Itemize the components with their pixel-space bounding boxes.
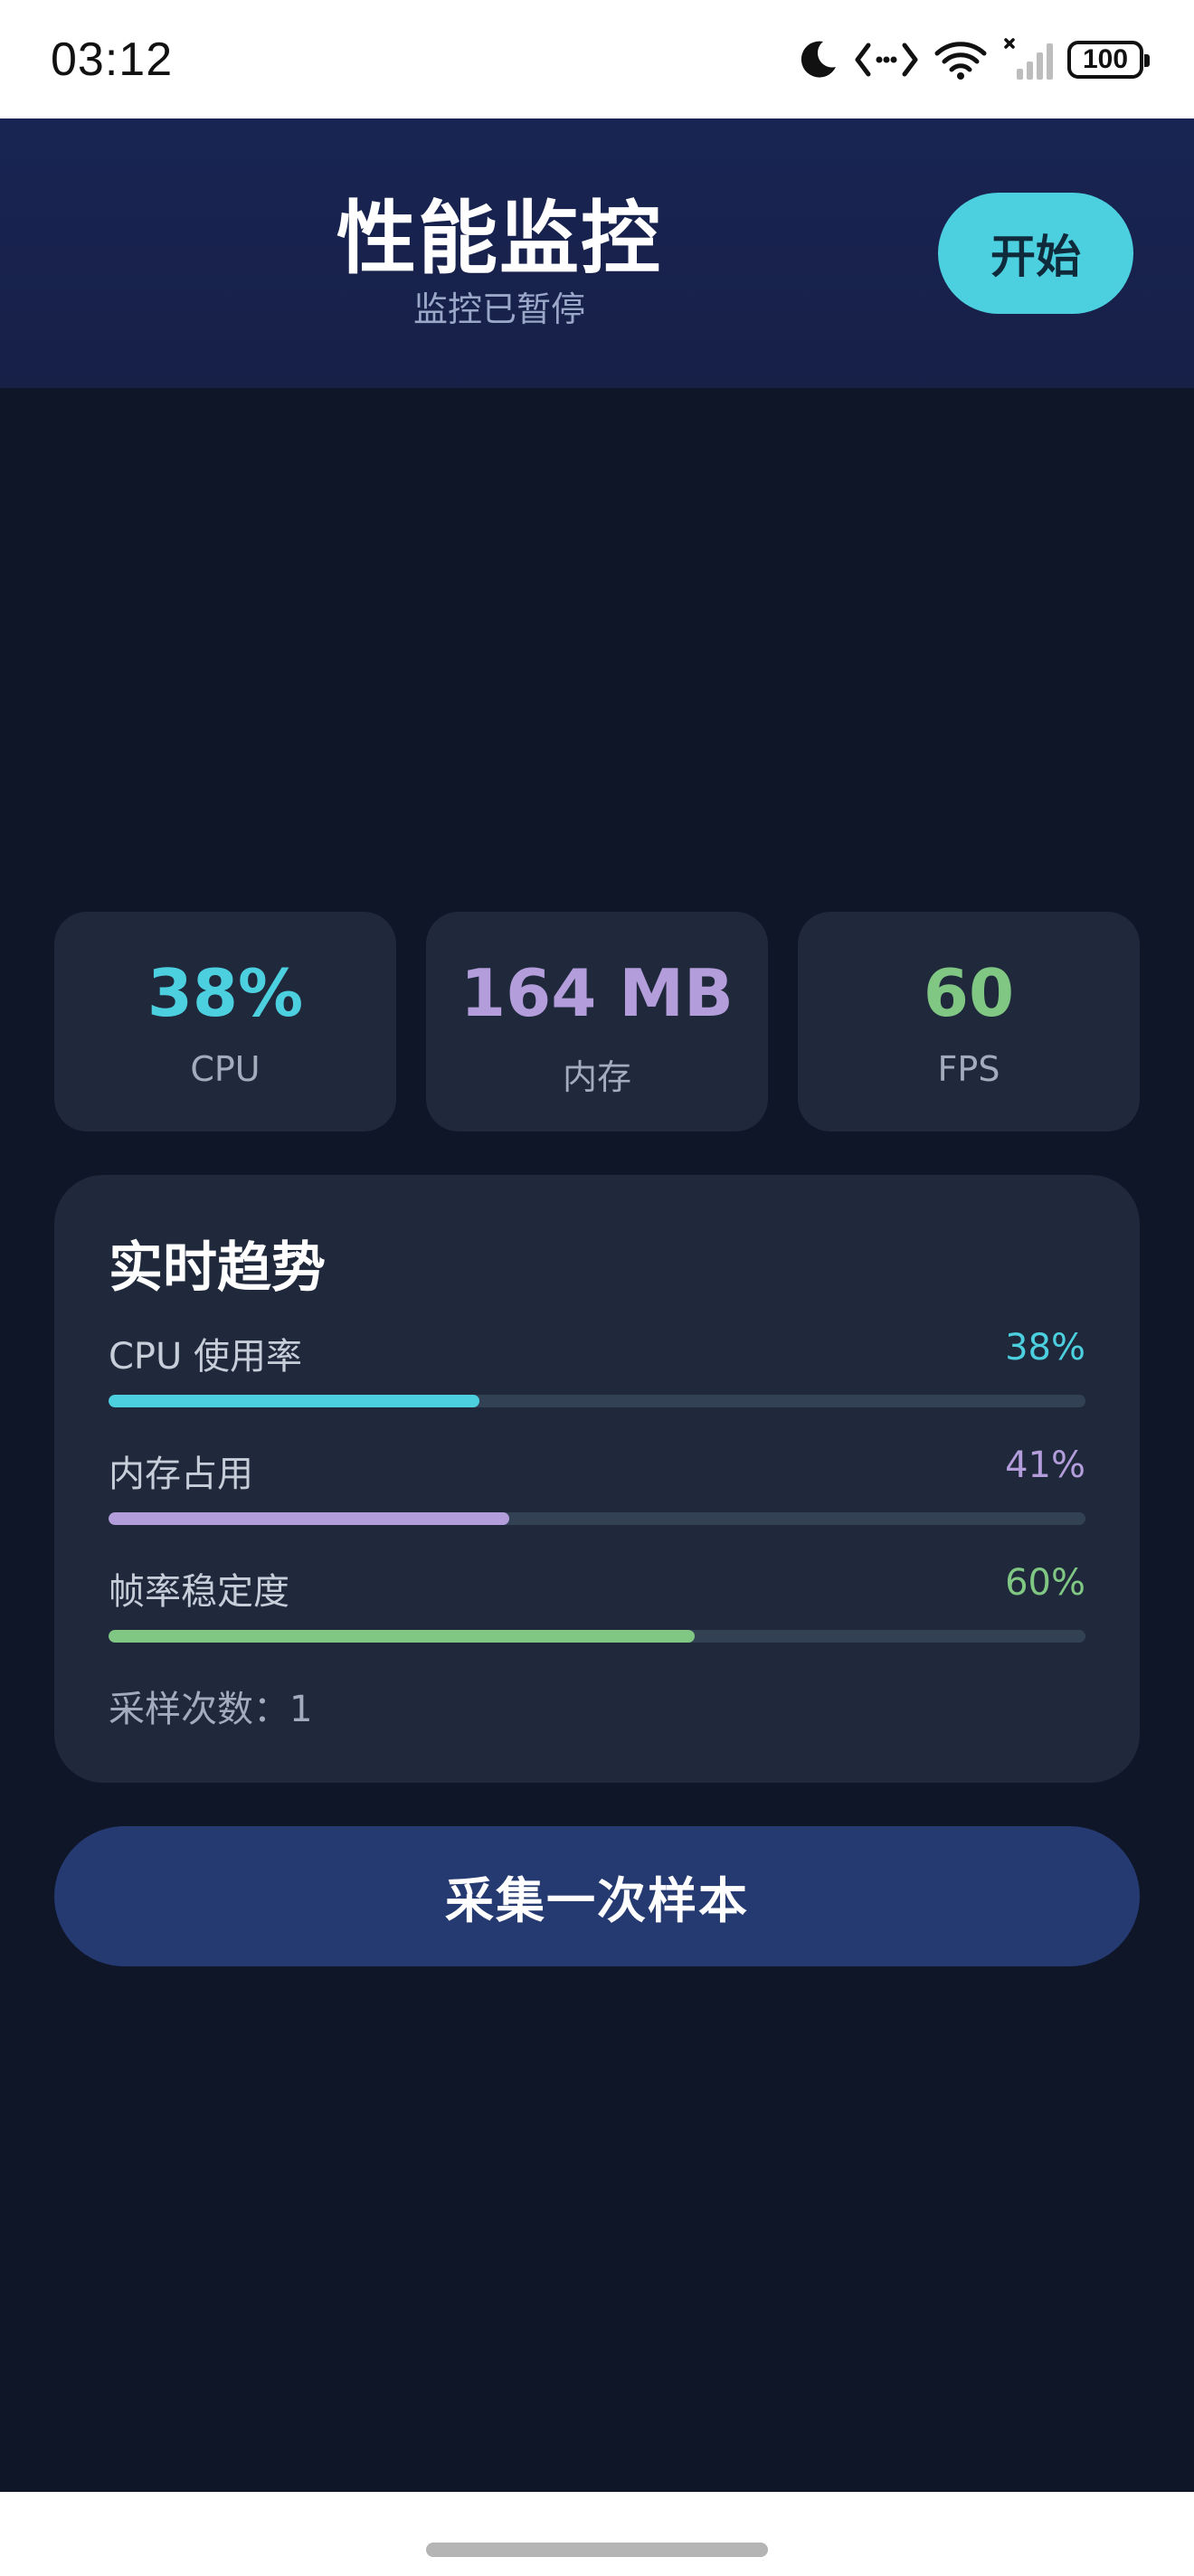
app-header: 性能监控 监控已暂停 开始: [0, 118, 1194, 388]
memory-stat-card: 164 MB 内存: [426, 912, 768, 1132]
memory-stat-label: 内存: [562, 1057, 631, 1097]
cpu-stat-value: 38%: [147, 955, 304, 1031]
memory-usage-bar-fill: [109, 1512, 509, 1525]
frame-stability-bar-fill: [109, 1630, 695, 1643]
cellular-signal-icon: [1002, 37, 1053, 81]
fps-stat-value: 60: [923, 955, 1015, 1031]
cpu-usage-bar-fill: [109, 1395, 480, 1407]
cpu-stat-card: 38% CPU: [54, 912, 396, 1132]
memory-stat-value: 164 MB: [460, 955, 734, 1031]
navigation-bar: [0, 2492, 1194, 2576]
home-indicator[interactable]: [426, 2543, 768, 2557]
wifi-icon: [933, 39, 988, 80]
monitor-status-text: 监控已暂停: [412, 289, 585, 329]
sample-count: 采样次数：1: [109, 1689, 313, 1730]
status-icons: 100: [796, 37, 1150, 81]
collect-sample-button[interactable]: 采集一次样本: [54, 1826, 1140, 1966]
memory-usage-label: 内存占用: [109, 1454, 253, 1495]
frame-stability-bar: [109, 1630, 1085, 1643]
fps-stat-label: FPS: [937, 1049, 1000, 1089]
cpu-usage-label: CPU 使用率: [109, 1336, 303, 1378]
fps-stat-card: 60 FPS: [798, 912, 1140, 1132]
status-time: 03:12: [51, 33, 174, 86]
trend-title: 实时趋势: [109, 1236, 326, 1300]
start-button[interactable]: 开始: [938, 193, 1133, 314]
cpu-usage-bar: [109, 1395, 1085, 1407]
page-title: 性能监控: [336, 192, 662, 285]
memory-usage-bar: [109, 1512, 1085, 1525]
status-bar: 03:12 100: [0, 0, 1194, 118]
frame-stability-value: 60%: [1005, 1562, 1085, 1604]
cpu-usage-value: 38%: [1005, 1327, 1085, 1368]
memory-usage-value: 41%: [1005, 1444, 1085, 1486]
moon-icon: [796, 38, 839, 81]
data-transfer-icon: [854, 40, 919, 80]
battery-icon: 100: [1067, 40, 1150, 79]
frame-stability-label: 帧率稳定度: [109, 1571, 289, 1613]
cpu-stat-label: CPU: [190, 1049, 261, 1089]
trend-card: 实时趋势 CPU 使用率 38% 内存占用 41% 帧率稳定度 60% 采样次数…: [54, 1175, 1140, 1783]
